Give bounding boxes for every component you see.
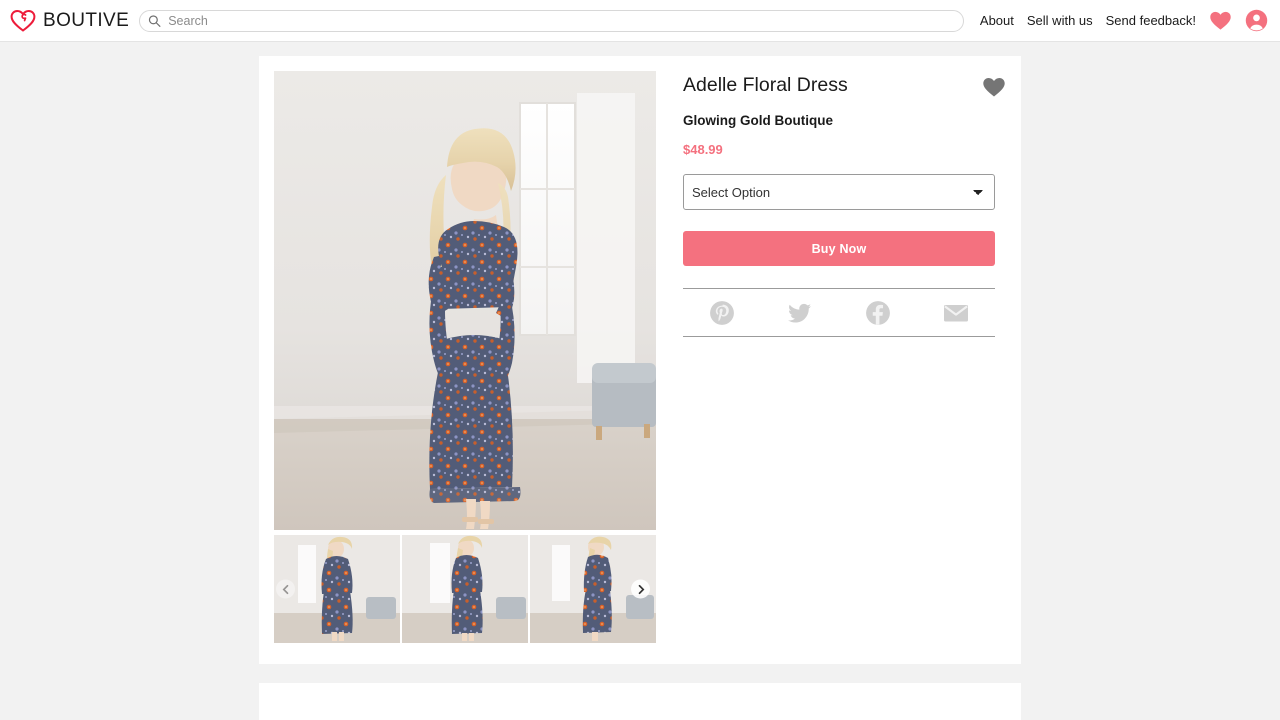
chevron-left-icon	[282, 584, 288, 594]
header-nav: About Sell with us Send feedback!	[980, 9, 1268, 32]
pinterest-icon[interactable]	[709, 300, 735, 326]
product-card: Adelle Floral Dress Glowing Gold Boutiqu…	[259, 56, 1021, 664]
page-body: Adelle Floral Dress Glowing Gold Boutiqu…	[0, 42, 1280, 720]
thumbnail-item[interactable]	[402, 535, 528, 643]
thumbnail-photo-2	[402, 535, 528, 643]
product-photo-main	[274, 71, 656, 530]
shop-name[interactable]: Glowing Gold Boutique	[683, 113, 1006, 128]
product-details: Adelle Floral Dress Glowing Gold Boutiqu…	[683, 71, 1006, 643]
email-icon[interactable]	[943, 300, 969, 326]
secondary-card	[259, 683, 1021, 720]
facebook-icon[interactable]	[865, 300, 891, 326]
brand-logo-link[interactable]: BOUTIVE	[10, 9, 129, 33]
site-header: BOUTIVE About Sell with us Send feedback…	[0, 0, 1280, 42]
product-gallery	[274, 71, 656, 643]
main-product-image[interactable]	[274, 71, 656, 530]
chevron-right-icon	[638, 584, 644, 594]
search-container	[139, 9, 964, 32]
share-bar	[683, 288, 995, 337]
title-row: Adelle Floral Dress	[683, 74, 1006, 98]
favorite-heart-icon[interactable]	[982, 76, 1006, 98]
heart-outline-logo-icon	[10, 9, 36, 32]
thumbnail-next-button[interactable]	[631, 579, 650, 599]
thumbnail-strip	[274, 535, 656, 643]
option-select[interactable]: Select Option	[683, 174, 995, 210]
nav-link-about[interactable]: About	[980, 13, 1014, 28]
thumbnail-prev-button[interactable]	[276, 579, 295, 599]
product-price: $48.99	[683, 142, 723, 157]
user-avatar-icon[interactable]	[1245, 9, 1268, 32]
buy-now-button[interactable]: Buy Now	[683, 231, 995, 266]
nav-link-send-feedback[interactable]: Send feedback!	[1106, 13, 1196, 28]
brand-name: BOUTIVE	[43, 9, 130, 31]
heart-filled-icon[interactable]	[1209, 10, 1232, 31]
nav-link-sell-with-us[interactable]: Sell with us	[1027, 13, 1093, 28]
search-input[interactable]	[139, 9, 964, 32]
twitter-icon[interactable]	[787, 300, 813, 326]
product-title: Adelle Floral Dress	[683, 74, 848, 96]
